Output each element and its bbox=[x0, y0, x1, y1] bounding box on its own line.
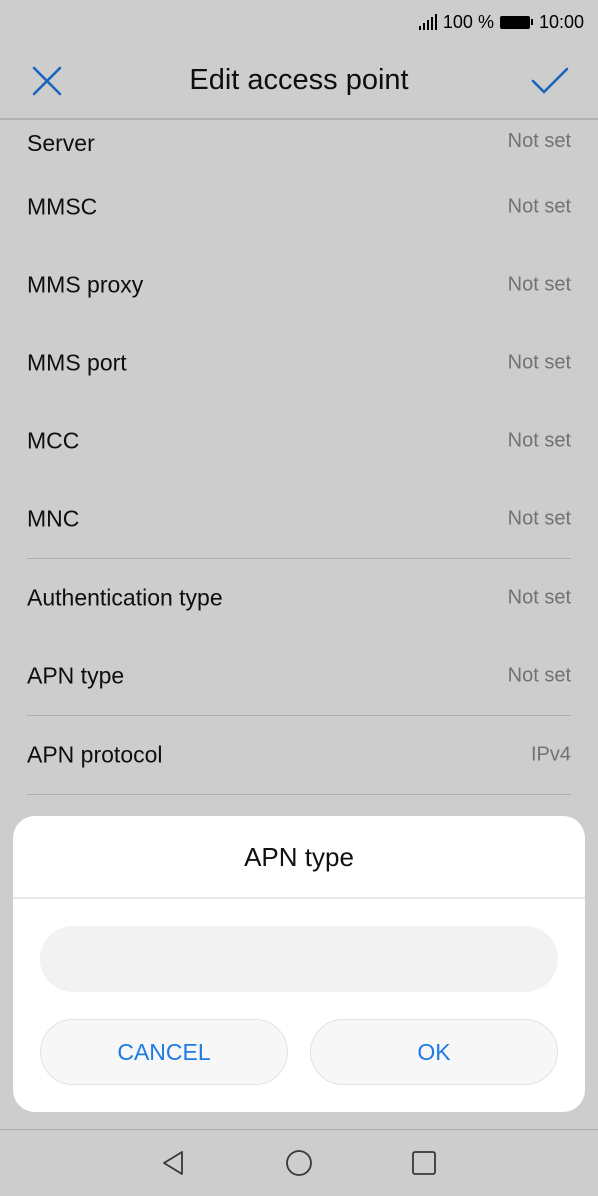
dialog-title: APN type bbox=[244, 842, 354, 872]
ok-button[interactable]: OK bbox=[310, 1019, 558, 1085]
apn-type-dialog: APN type CANCEL OK bbox=[13, 816, 585, 1112]
apn-type-input[interactable] bbox=[40, 926, 558, 992]
cancel-button[interactable]: CANCEL bbox=[40, 1019, 288, 1085]
dialog-divider bbox=[13, 897, 585, 899]
